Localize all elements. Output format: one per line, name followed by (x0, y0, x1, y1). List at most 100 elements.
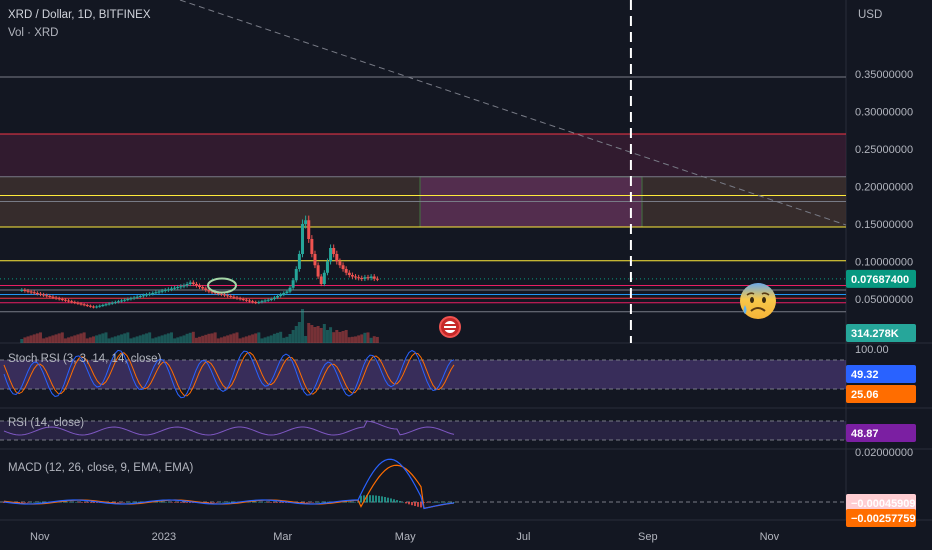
macd-histogram-bar (378, 495, 380, 503)
volume-bar (138, 335, 142, 343)
volume-bar (120, 334, 124, 343)
volume-bar (95, 335, 99, 343)
volume-bar (116, 335, 120, 343)
volume-bar (360, 334, 364, 343)
rsi-legend[interactable]: RSI (14, close) (8, 417, 84, 429)
candle-body (126, 299, 130, 300)
volume-bar (251, 334, 255, 343)
candle-body (247, 300, 251, 302)
macd-histogram-bar (429, 502, 431, 503)
macd-histogram-bar (87, 502, 89, 503)
macd-histogram-bar (438, 501, 440, 503)
volume-bar (369, 337, 373, 343)
candle-body (375, 278, 379, 280)
volume-bar (176, 337, 180, 343)
volume-bar (322, 324, 326, 343)
volume-bar (344, 330, 348, 343)
volume-bar (63, 338, 67, 343)
volume-bar (194, 337, 198, 343)
candle-body (347, 272, 351, 275)
macd-histogram-bar (351, 501, 353, 503)
candle-body (313, 254, 317, 266)
symbol-legend[interactable]: XRD / Dollar, 1D, BITFINEX (8, 9, 151, 21)
candle-body (198, 285, 202, 287)
macd-histogram-bar (435, 501, 437, 503)
macd-histogram-bar (312, 502, 314, 503)
macd-histogram-bar (396, 500, 398, 503)
candle-body (269, 299, 273, 300)
candle-body (369, 276, 373, 278)
volume-bar (207, 333, 211, 343)
macd-histogram-bar (180, 502, 182, 503)
candle-body (98, 305, 102, 307)
candle-body (344, 269, 348, 273)
macd-histogram-bar (261, 501, 263, 503)
volume-bar (42, 338, 46, 343)
candle-body (32, 292, 36, 294)
macd-histogram-bar (81, 502, 83, 503)
macd-histogram-bar (420, 502, 422, 508)
candle-body (350, 275, 354, 277)
volume-bar (201, 335, 205, 343)
macd-histogram-bar (219, 501, 221, 503)
macd-histogram-bar (276, 502, 278, 503)
candle-body (141, 295, 145, 297)
flag-stripe (444, 324, 456, 326)
candle-body (67, 300, 71, 302)
volume-bar (210, 333, 214, 343)
candle-body (179, 286, 183, 288)
volume-bar (366, 332, 370, 343)
candle-body (157, 291, 161, 293)
candle-body (101, 305, 105, 306)
candle-body (138, 296, 142, 297)
macd-histogram-bar (162, 501, 164, 503)
volume-tag: 314.278K (851, 328, 899, 340)
volume-bar (45, 337, 49, 343)
volume-bar (272, 333, 276, 343)
volume-bar (141, 334, 145, 343)
rsi-tag: 48.87 (851, 428, 879, 440)
volume-legend[interactable]: Vol · XRD (8, 27, 59, 39)
volume-bar (70, 336, 74, 343)
volume-bar (129, 338, 133, 343)
candle-body (79, 303, 83, 305)
macd-histogram-bar (84, 502, 86, 503)
candle-body (204, 288, 208, 290)
volume-bar (198, 336, 202, 343)
volume-bar (82, 332, 86, 343)
macd-histogram-bar (441, 501, 443, 503)
macd-histogram-bar (228, 501, 230, 503)
volume-bar (313, 327, 317, 343)
volume-bar (191, 331, 195, 343)
candle-body (42, 294, 46, 296)
volume-bar (263, 337, 267, 343)
candle-body (82, 304, 86, 306)
candle-body (260, 301, 264, 303)
macd-histogram-bar (216, 502, 218, 503)
macd-histogram-bar (159, 501, 161, 503)
candle-body (363, 277, 367, 279)
volume-bar (247, 335, 251, 343)
candle-body (310, 239, 314, 254)
volume-bar (60, 332, 64, 343)
macd-legend[interactable]: MACD (12, 26, close, 9, EMA, EMA) (8, 462, 193, 474)
macd-histogram-bar (72, 501, 74, 503)
candle-body (45, 295, 49, 297)
volume-bar (257, 332, 261, 343)
macd-histogram-bar (375, 495, 377, 503)
volume-bar (316, 326, 320, 343)
volume-bar (73, 335, 77, 343)
candle-body (113, 302, 117, 303)
volume-bar (151, 338, 155, 343)
macd-histogram-bar (384, 496, 386, 503)
volume-bar (169, 332, 173, 343)
macd-histogram-bar (444, 501, 446, 503)
volume-bar (300, 309, 304, 343)
y-tick-label: 0.25000000 (855, 144, 913, 156)
volume-bar (110, 337, 114, 343)
y-tick-label: 0.15000000 (855, 219, 913, 231)
stoch-rsi-legend[interactable]: Stoch RSI (3, 3, 14, 14, close) (8, 353, 161, 365)
volume-bar (354, 336, 358, 343)
macd-histogram-bar (381, 496, 383, 503)
candle-body (160, 290, 164, 292)
